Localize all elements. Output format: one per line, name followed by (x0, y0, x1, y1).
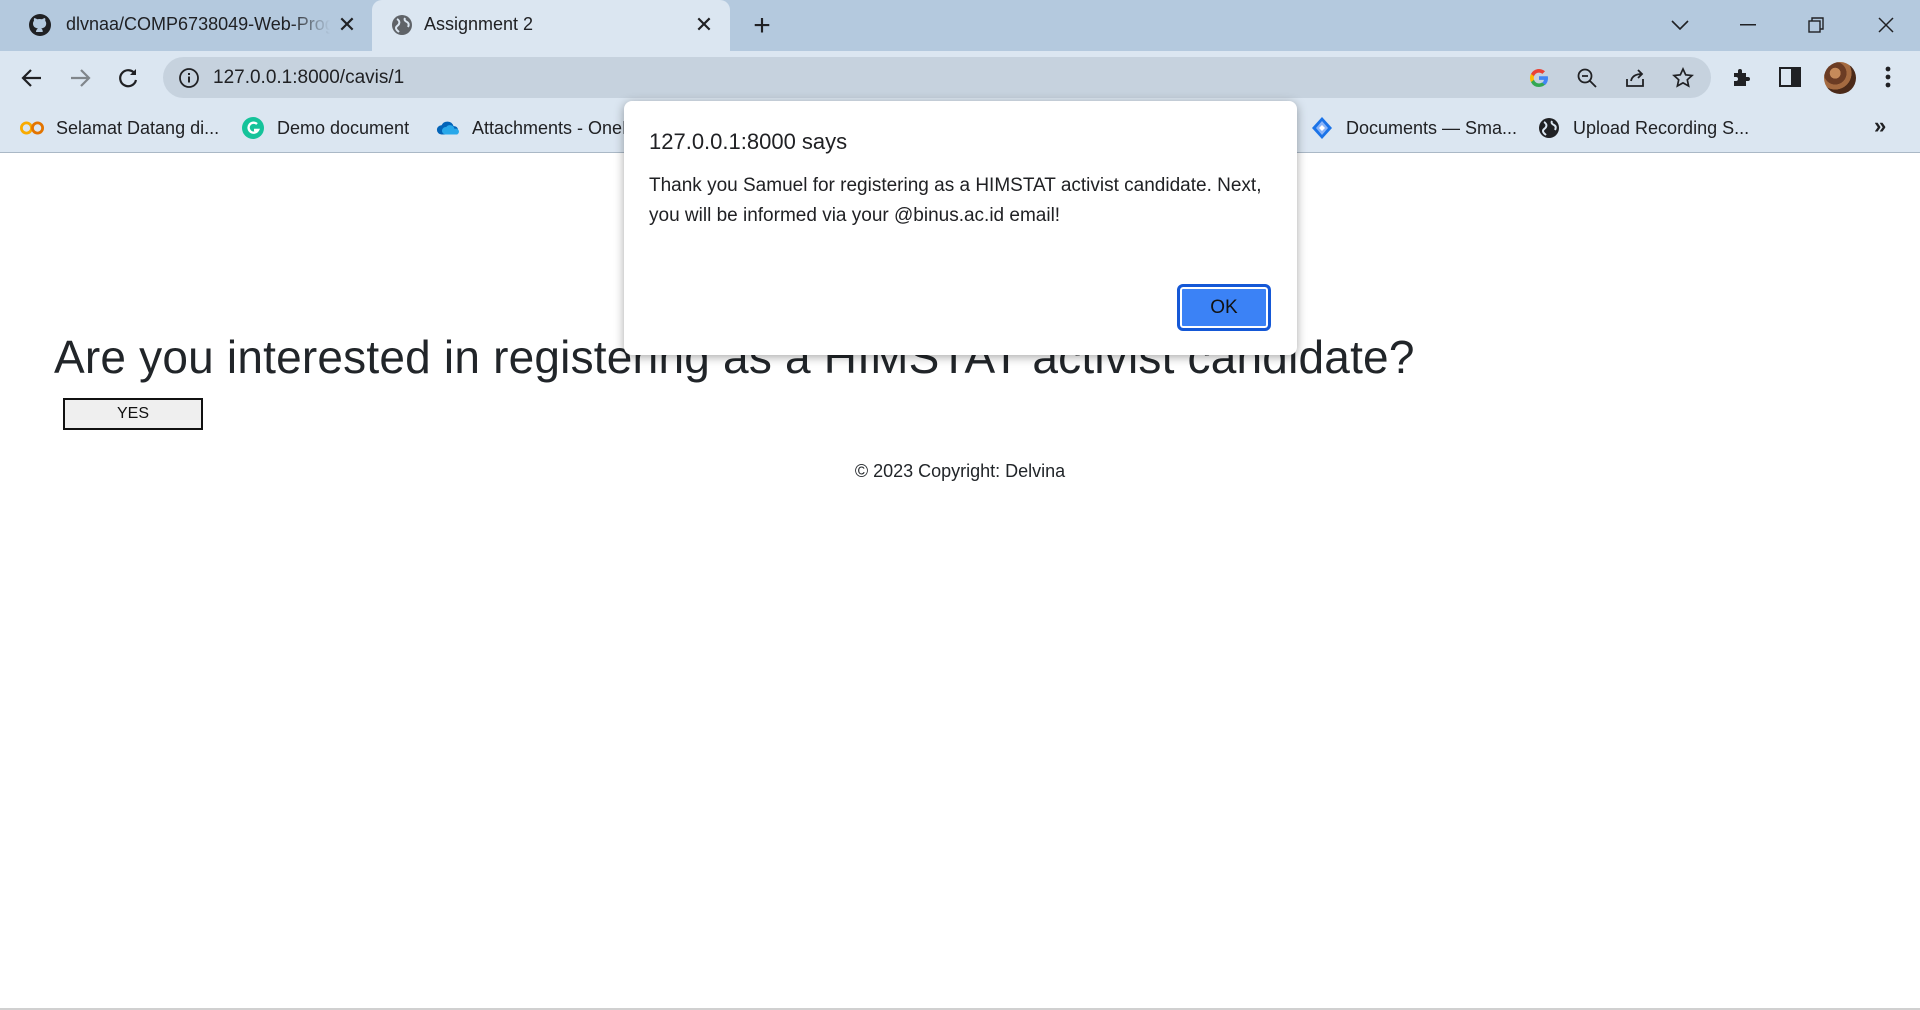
share-icon[interactable] (1622, 65, 1648, 91)
alert-dialog: 127.0.0.1:8000 says Thank you Samuel for… (624, 101, 1297, 355)
dialog-message: Thank you Samuel for registering as a HI… (649, 175, 1262, 226)
tab-strip: dlvnaa/COMP6738049-Web-Programming ✕ Ass… (0, 0, 1920, 51)
toolbar: 127.0.0.1:8000/cavis/1 (0, 51, 1920, 103)
smartsheet-icon (1310, 116, 1334, 140)
new-tab-button[interactable]: + (748, 9, 776, 42)
globe-icon (1537, 116, 1561, 140)
bookmark-label: Upload Recording S... (1573, 117, 1750, 138)
bookmark-label: Selamat Datang di... (56, 117, 220, 138)
back-arrow-icon[interactable] (16, 62, 48, 94)
tab-github[interactable]: dlvnaa/COMP6738049-Web-Programming ✕ (0, 0, 370, 51)
github-icon (28, 13, 52, 37)
bookmark-item[interactable]: Upload Recording S... (1537, 115, 1749, 141)
close-tab-icon[interactable]: ✕ (692, 12, 716, 37)
reload-icon[interactable] (112, 62, 144, 94)
tab-title: Assignment 2 (424, 14, 534, 34)
forward-arrow-icon[interactable] (64, 62, 96, 94)
close-window-icon[interactable] (1866, 8, 1906, 42)
yes-button[interactable]: YES (63, 398, 203, 430)
bookmark-item[interactable]: Selamat Datang di... (20, 115, 219, 141)
tab-title: dlvnaa/COMP6738049-Web-Programming (66, 14, 330, 34)
tab-assignment-2[interactable]: Assignment 2 ✕ (372, 0, 730, 51)
ok-button[interactable]: OK (1177, 284, 1271, 331)
bookmarks-overflow-chevron[interactable]: » (1874, 113, 1886, 139)
bookmark-item[interactable]: Demo document (241, 115, 409, 141)
extensions-puzzle-icon[interactable] (1728, 63, 1756, 91)
side-panel-icon[interactable] (1776, 63, 1804, 91)
bookmark-star-icon[interactable] (1670, 65, 1696, 91)
grammarly-icon (241, 116, 265, 140)
zoom-out-icon[interactable] (1574, 65, 1600, 91)
url-text[interactable]: 127.0.0.1:8000/cavis/1 (213, 67, 404, 89)
profile-avatar[interactable] (1824, 62, 1856, 94)
bookmark-label: Documents — Sma... (1346, 117, 1518, 138)
onedrive-cloud-icon (436, 116, 460, 140)
bookmark-item[interactable]: Attachments - OneDrive (436, 115, 624, 141)
info-icon[interactable] (178, 67, 200, 89)
more-menu-icon[interactable] (1874, 63, 1902, 91)
globe-icon (390, 13, 414, 37)
close-tab-icon[interactable]: ✕ (335, 12, 359, 37)
copyright-footer: © 2023 Copyright: Delvina (854, 461, 1066, 481)
co-logo-icon (20, 116, 44, 140)
bookmark-label: Attachments - OneDrive (472, 117, 624, 138)
minimize-icon[interactable] (1728, 8, 1768, 42)
bookmark-item[interactable]: Documents — Sma... (1310, 115, 1517, 141)
bookmark-label: Demo document (277, 117, 410, 138)
tab-search-chevron-icon[interactable] (1660, 8, 1700, 42)
address-bar[interactable]: 127.0.0.1:8000/cavis/1 (163, 57, 1711, 98)
restore-icon[interactable] (1796, 8, 1836, 42)
dialog-origin-title: 127.0.0.1:8000 says (649, 129, 848, 154)
google-icon[interactable] (1526, 65, 1552, 91)
